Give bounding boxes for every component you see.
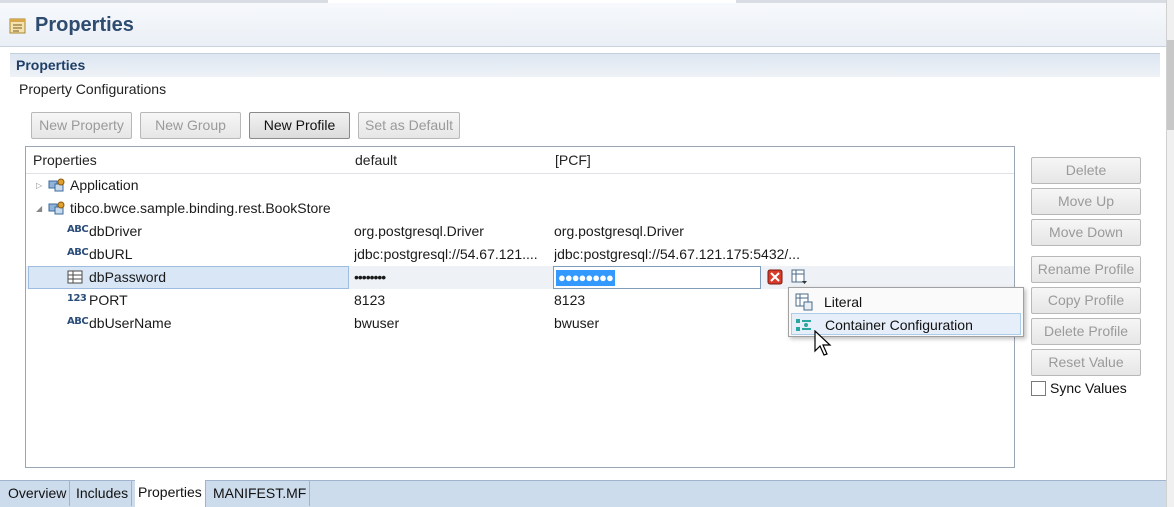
row-name: tibco.bwce.sample.binding.rest.BookStore <box>70 200 331 216</box>
group-icon <box>48 201 65 215</box>
reset-value-button[interactable]: Reset Value <box>1031 349 1141 376</box>
abc-icon: ABC <box>67 224 89 235</box>
row-name: dbUserName <box>89 315 172 331</box>
default-value[interactable]: org.postgresql.Driver <box>354 220 546 243</box>
tab-includes[interactable]: Includes <box>73 481 133 506</box>
table-row-selected[interactable]: dbPassword •••••••• ●●●●●●●● <box>26 266 1014 289</box>
collapse-arrow-icon[interactable]: ◢ <box>36 197 46 220</box>
row-name: PORT <box>89 292 128 308</box>
section-subtitle: Property Configurations <box>19 81 167 97</box>
row-name: dbURL <box>89 246 133 262</box>
column-header-default[interactable]: default <box>348 147 548 174</box>
new-property-button[interactable]: New Property <box>31 112 132 139</box>
copy-profile-button[interactable]: Copy Profile <box>1031 287 1141 314</box>
set-as-default-button[interactable]: Set as Default <box>358 112 460 139</box>
value-type-menu-icon[interactable] <box>791 269 808 286</box>
row-name: dbPassword <box>89 269 167 285</box>
title-bar: Properties <box>0 3 1166 47</box>
integer-icon: 123 <box>67 293 87 304</box>
row-name: dbDriver <box>89 223 142 239</box>
abc-icon: ABC <box>67 316 89 327</box>
delete-profile-button[interactable]: Delete Profile <box>1031 318 1141 345</box>
editor-tab-bar: Overview Includes Properties MANIFEST.MF <box>0 480 1166 507</box>
tab-manifest[interactable]: MANIFEST.MF <box>210 481 311 506</box>
clear-value-icon[interactable] <box>767 269 783 285</box>
pcf-value[interactable]: 8123 <box>554 289 784 312</box>
default-value[interactable]: 8123 <box>354 289 546 312</box>
literal-icon <box>795 293 813 311</box>
table-row[interactable]: ◢ tibco.bwce.sample.binding.rest.BookSto… <box>26 197 1014 220</box>
tab-properties[interactable]: Properties <box>135 480 206 507</box>
section-header[interactable]: Properties <box>10 53 1160 77</box>
delete-button[interactable]: Delete <box>1031 157 1141 184</box>
default-value[interactable]: jdbc:postgresql://54.67.121.... <box>354 243 546 266</box>
password-editor-input[interactable]: ●●●●●●●● <box>553 266 761 289</box>
column-header-properties[interactable]: Properties <box>26 147 348 174</box>
tab-overview[interactable]: Overview <box>5 481 71 506</box>
table-row[interactable]: ▷ Application <box>26 174 1014 197</box>
page-title: Properties <box>35 14 134 36</box>
pcf-value[interactable]: bwuser <box>554 312 784 335</box>
column-header-empty <box>816 147 1014 174</box>
new-profile-button[interactable]: New Profile <box>249 112 350 139</box>
section-title: Properties <box>16 57 86 73</box>
default-value[interactable]: •••••••• <box>354 266 546 289</box>
table-row[interactable]: ABC dbDriver org.postgresql.Driver org.p… <box>26 220 1014 243</box>
sync-values-checkbox[interactable] <box>1031 381 1046 396</box>
move-down-button[interactable]: Move Down <box>1031 219 1141 246</box>
container-config-icon <box>796 319 811 331</box>
scrollbar-thumb[interactable] <box>1167 40 1174 130</box>
sync-values-label: Sync Values <box>1050 380 1127 396</box>
properties-editor-icon <box>9 18 26 34</box>
new-group-button[interactable]: New Group <box>140 112 241 139</box>
selected-text: ●●●●●●●● <box>556 270 615 286</box>
row-name: Application <box>70 177 139 193</box>
menu-item-literal[interactable]: Literal <box>791 291 1021 313</box>
password-icon <box>67 270 83 284</box>
expand-arrow-icon[interactable]: ▷ <box>36 174 46 197</box>
abc-icon: ABC <box>67 247 89 258</box>
column-header-pcf[interactable]: [PCF] <box>548 147 816 174</box>
table-row[interactable]: ABC dbURL jdbc:postgresql://54.67.121...… <box>26 243 1014 266</box>
move-up-button[interactable]: Move Up <box>1031 188 1141 215</box>
mouse-cursor-icon <box>814 330 832 356</box>
pcf-value[interactable]: jdbc:postgresql://54.67.121.175:5432/... <box>554 243 816 266</box>
rename-profile-button[interactable]: Rename Profile <box>1031 256 1141 283</box>
group-icon <box>48 178 65 192</box>
menu-item-label: Literal <box>824 294 863 310</box>
default-value[interactable]: bwuser <box>354 312 546 335</box>
menu-item-label: Container Configuration <box>825 317 973 333</box>
pcf-value[interactable]: org.postgresql.Driver <box>554 220 816 243</box>
